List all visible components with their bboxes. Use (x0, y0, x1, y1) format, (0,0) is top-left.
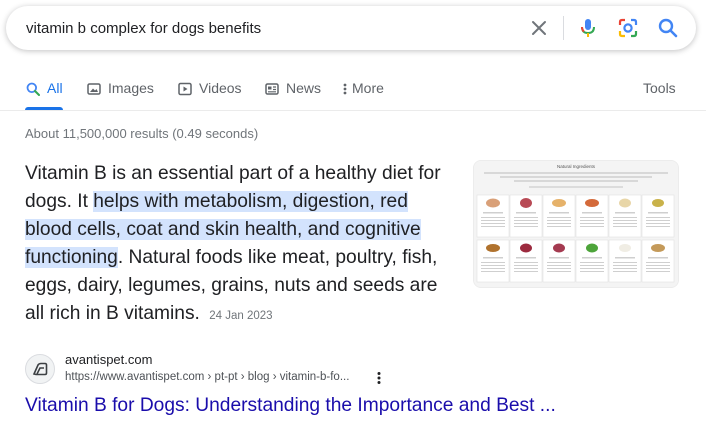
google-lens-icon[interactable] (617, 17, 639, 39)
close-icon[interactable] (528, 17, 550, 39)
tab-videos[interactable]: Videos (177, 74, 242, 110)
search-input[interactable]: vitamin b complex for dogs benefits (26, 20, 261, 37)
tab-news[interactable]: News (264, 74, 321, 110)
more-vertical-icon (341, 81, 349, 97)
tab-more-label: More (352, 80, 384, 96)
result-title-link[interactable]: Vitamin B for Dogs: Understanding the Im… (25, 395, 556, 417)
search-icon (25, 81, 41, 97)
image-icon (86, 81, 102, 97)
result-stats: About 11,500,000 results (0.49 seconds) (25, 126, 259, 141)
tab-all[interactable]: All (25, 74, 63, 110)
featured-snippet-image[interactable]: Natural Ingredients (473, 160, 679, 288)
search-bar-divider (563, 16, 564, 40)
play-icon (177, 81, 193, 97)
tab-images[interactable]: Images (86, 74, 154, 110)
search-bar[interactable]: vitamin b complex for dogs benefits (6, 6, 696, 50)
infographic-title: Natural Ingredients (557, 164, 596, 169)
tab-videos-label: Videos (199, 80, 242, 96)
search-icon[interactable] (657, 17, 679, 39)
site-favicon[interactable] (25, 354, 55, 384)
tab-all-label: All (47, 80, 63, 96)
more-options-icon[interactable] (372, 370, 386, 386)
tab-more[interactable]: More (341, 74, 384, 110)
snippet-date: 24 Jan 2023 (209, 310, 273, 322)
site-name[interactable]: avantispet.com (65, 352, 152, 367)
featured-snippet-text: Vitamin B is an essential part of a heal… (25, 160, 455, 330)
tab-news-label: News (286, 80, 322, 96)
tools-label: Tools (643, 80, 676, 96)
news-icon (264, 81, 280, 97)
microphone-icon[interactable] (577, 17, 599, 39)
search-tabs: All Images Videos News More Tools (0, 74, 706, 110)
site-url[interactable]: https://www.avantispet.com › pt-pt › blo… (65, 371, 349, 383)
infographic-graphic: Natural Ingredients (474, 161, 678, 287)
tabs-divider (0, 110, 706, 111)
tools-button[interactable]: Tools (643, 74, 676, 110)
tab-images-label: Images (108, 80, 154, 96)
